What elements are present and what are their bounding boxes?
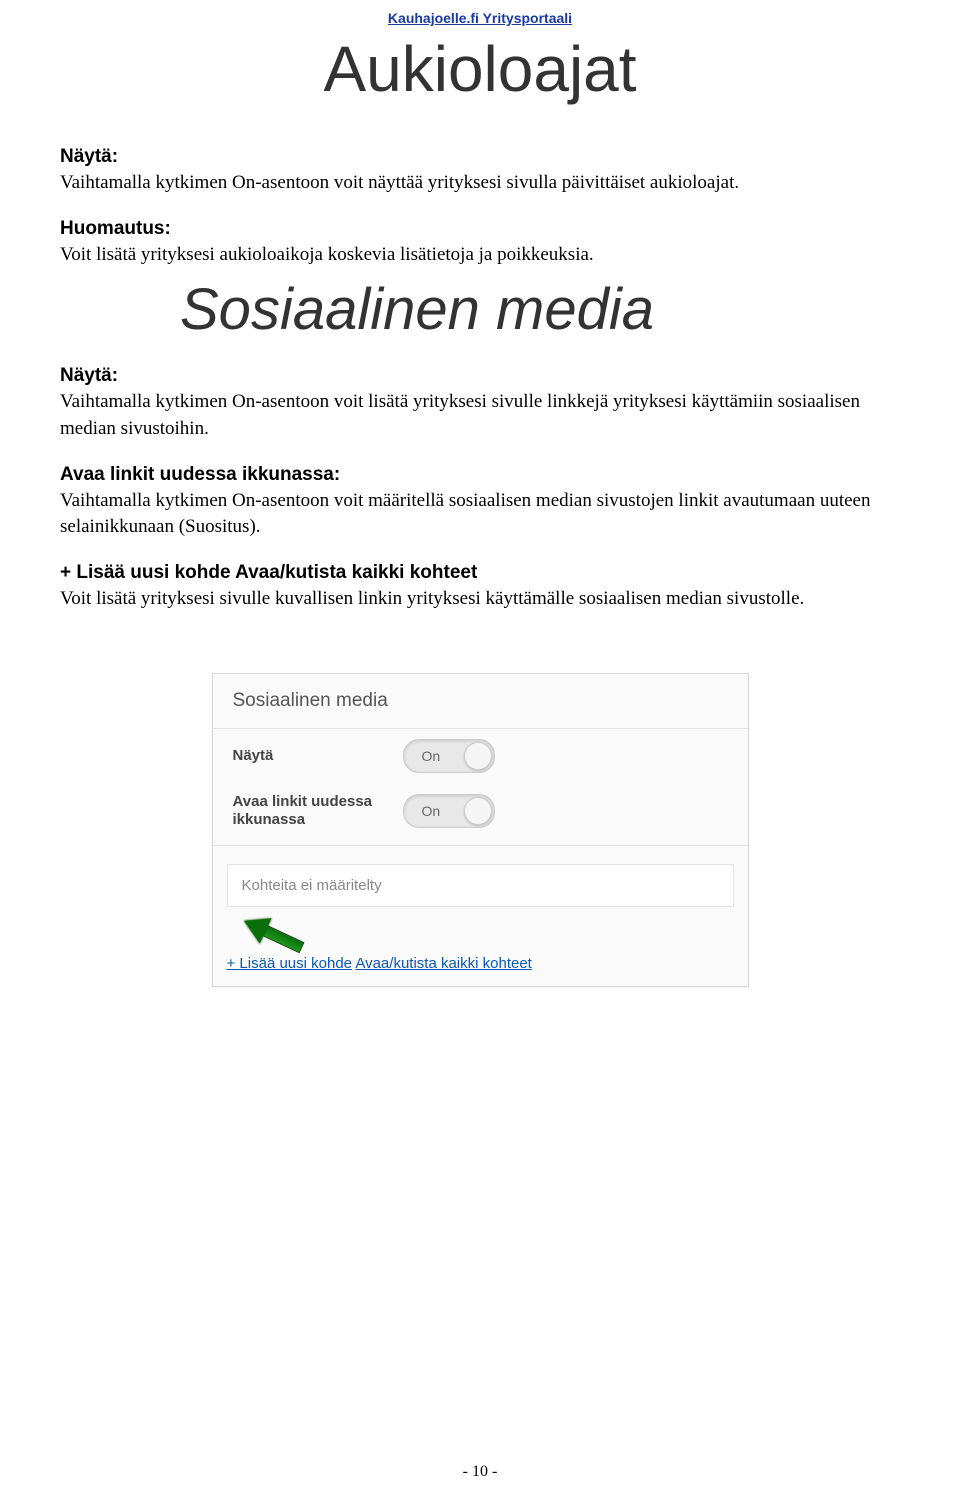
heading-sosiaalinen-media: Sosiaalinen media [180, 268, 900, 343]
toggle-nayta[interactable]: On [403, 739, 495, 773]
divider-2 [213, 845, 748, 846]
site-header-link[interactable]: Kauhajoelle.fi Yritysportaali [60, 10, 900, 26]
row-label-nayta: Näytä [233, 747, 403, 765]
toggle-on-text: On [422, 748, 441, 764]
section-nayta-1-text: Vaihtamalla kytkimen On-asentoon voit nä… [60, 170, 900, 196]
section-nayta-1-label: Näytä: [60, 146, 900, 168]
toggle-avaa-linkit[interactable]: On [403, 794, 495, 828]
panel-title: Sosiaalinen media [213, 674, 748, 722]
add-new-item-link[interactable]: + Lisää uusi kohde [227, 955, 353, 972]
section-huomautus-text: Voit lisätä yrityksesi aukioloaikoja kos… [60, 242, 900, 268]
page-number: - 10 - [0, 1463, 960, 1481]
panel-row-nayta: Näytä On [213, 729, 748, 783]
settings-panel: Sosiaalinen media Näytä On Avaa linkit u… [212, 673, 749, 987]
panel-action-links: + Lisää uusi kohde Avaa/kutista kaikki k… [213, 919, 748, 986]
toggle-knob-icon-2 [464, 797, 492, 825]
section-lisaa-kohde-text: Voit lisätä yrityksesi sivulle kuvallise… [60, 586, 900, 612]
row-label-avaa-linkit: Avaa linkit uudessa ikkunassa [233, 793, 403, 829]
empty-list-message: Kohteita ei määritelty [227, 864, 734, 907]
toggle-on-text-2: On [422, 803, 441, 819]
section-lisaa-kohde-label: + Lisää uusi kohde Avaa/kutista kaikki k… [60, 562, 900, 584]
section-huomautus-label: Huomautus: [60, 218, 900, 240]
section-nayta-2-label: Näytä: [60, 365, 900, 387]
page-title: Aukioloajat [60, 32, 900, 106]
section-nayta-2-text: Vaihtamalla kytkimen On-asentoon voit li… [60, 389, 900, 441]
section-avaa-linkit-label: Avaa linkit uudessa ikkunassa: [60, 464, 900, 486]
section-avaa-linkit-text: Vaihtamalla kytkimen On-asentoon voit mä… [60, 488, 900, 540]
panel-row-avaa-linkit: Avaa linkit uudessa ikkunassa On [213, 783, 748, 839]
toggle-knob-icon [464, 742, 492, 770]
expand-collapse-all-link[interactable]: Avaa/kutista kaikki kohteet [355, 955, 531, 972]
